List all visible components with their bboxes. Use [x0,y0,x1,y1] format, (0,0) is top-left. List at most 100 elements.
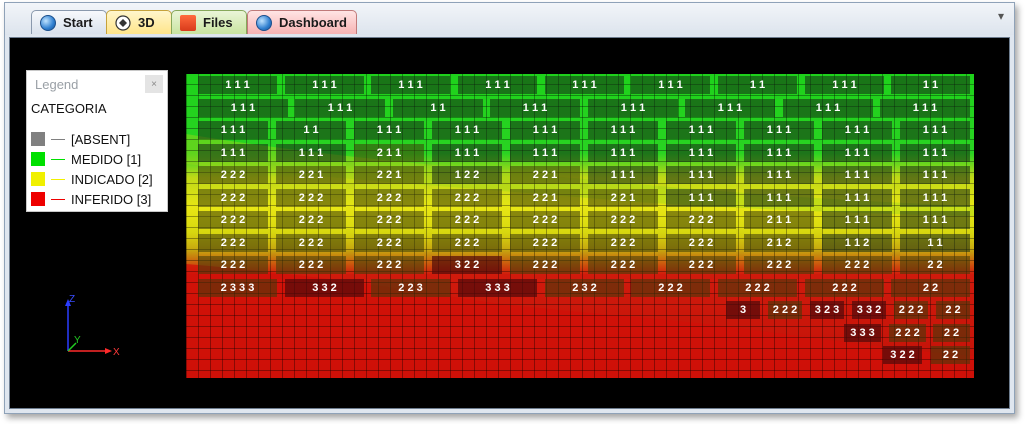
tab-dashboard[interactable]: Dashboard [247,10,357,34]
block-model[interactable]: 1 1 1 1 1 1 1 1 1 1 1 1 1 1 1 1 1 1 1 1 1 1 1 1 … [186,74,974,378]
block-label: 2 1 2 [744,234,814,252]
block-label: 2 2 [936,301,970,319]
block-label: 1 1 1 [805,76,884,94]
block-label: 1 1 1 [276,144,346,162]
block-label: 1 1 1 [822,166,892,184]
block-label: 2 2 1 [510,189,580,207]
block-label: 1 1 [276,121,346,139]
tab-label: Dashboard [279,15,347,30]
globe-icon [40,14,56,31]
close-icon[interactable]: × [145,75,163,93]
block-label: 2 2 2 [276,234,346,252]
block-label: 2 2 2 [354,189,424,207]
block-label: 1 1 1 [198,144,268,162]
block-label: 2 2 2 [198,189,268,207]
block-label: 2 2 2 [666,234,736,252]
block-label: 1 1 1 [458,76,537,94]
block-label: 1 1 1 [900,211,970,229]
block-label: 1 1 1 [354,121,424,139]
block-label: 1 1 1 [198,99,288,117]
block-label: 2 2 [900,256,970,274]
block-label: 1 1 1 [588,99,678,117]
legend-line [51,198,65,200]
block-label: 1 1 1 [900,189,970,207]
legend-item-indicado: INDICADO [2] [27,169,167,189]
block-label: 2 2 2 [666,211,736,229]
block-label: 2 2 1 [510,166,580,184]
block-label: 3 [726,301,760,319]
block-label: 2 2 2 [510,234,580,252]
block-label: 2 2 2 [894,301,928,319]
block-label: 3 3 2 [285,279,364,297]
block-label: 3 2 3 [810,301,844,319]
block-label: 2 2 2 [666,256,736,274]
legend-category-title: CATEGORIA [31,101,107,116]
legend-line [51,158,65,160]
block-label: 3 3 3 [458,279,537,297]
block-label: 2 2 2 [432,189,502,207]
legend-item-inferido: INFERIDO [3] [27,189,167,209]
block-label: 1 1 1 [880,99,970,117]
block-label: 1 1 1 [666,189,736,207]
legend-item-absent: [ABSENT] [27,129,167,149]
tab-label: Start [63,15,93,30]
block-label: 1 2 2 [432,166,502,184]
block-label: 2 2 2 [354,256,424,274]
tab-overflow-chevron-icon[interactable]: ▾ [998,9,1004,23]
block-label: 2 2 1 [276,166,346,184]
block-label: 1 1 1 [588,166,658,184]
3d-viewport[interactable]: Legend × CATEGORIA [ABSENT] MEDIDO [1] I… [9,37,1010,409]
block-label: 2 3 3 3 [198,279,277,297]
legend-swatch [31,172,45,186]
block-label: 1 1 1 [900,121,970,139]
block-label: 3 2 2 [883,346,922,364]
block-label: 2 2 2 [510,256,580,274]
legend-swatch [31,192,45,206]
block-label: 2 2 2 [889,324,926,342]
app-window: Start 3D Files Dashboard ▾ Legend × CATE… [4,2,1015,414]
block-label: 2 2 2 [198,256,268,274]
z-axis-label: Z [69,294,75,305]
legend-swatch [31,152,45,166]
block-label: 2 2 2 [744,256,814,274]
block-label: 2 2 3 [371,279,450,297]
block-label: 1 1 1 [900,166,970,184]
block-label: 2 2 2 [198,211,268,229]
block-label: 1 1 1 [510,144,580,162]
block-label: 1 1 1 [822,189,892,207]
tab-start[interactable]: Start [31,10,107,34]
block-label: 1 1 1 [510,121,580,139]
block-label: 2 2 2 [432,211,502,229]
block-label: 2 2 2 [718,279,797,297]
block-label: 1 1 1 [588,144,658,162]
block-label: 1 1 1 [666,166,736,184]
block-label: 2 2 2 [588,234,658,252]
block-label: 2 2 2 [354,234,424,252]
block-label: 1 1 1 [198,76,277,94]
block-label: 1 1 1 [295,99,385,117]
block-label: 2 1 1 [744,211,814,229]
block-label: 2 2 1 [354,166,424,184]
block-label: 1 1 1 [432,121,502,139]
block-label: 1 1 1 [588,121,658,139]
block-label: 2 2 2 [805,279,884,297]
x-axis-label: X [113,347,120,358]
block-label: 2 2 2 [276,189,346,207]
legend-line [51,178,65,180]
tab-3d[interactable]: 3D [106,10,172,34]
block-label: 2 2 2 [354,211,424,229]
block-label: 2 2 2 [588,211,658,229]
block-label: 2 2 [931,346,970,364]
block-label: 1 1 1 [900,144,970,162]
block-label: 1 1 1 [285,76,364,94]
block-label: 2 2 2 [198,166,268,184]
tab-files[interactable]: Files [171,10,247,34]
block-label: 1 1 1 [545,76,624,94]
legend-header: Legend × [27,71,167,97]
block-label: 1 1 1 [744,189,814,207]
block-label: 1 1 1 [666,121,736,139]
files-icon [180,14,196,31]
block-label: 3 2 2 [432,256,502,274]
block-label: 2 2 2 [768,301,802,319]
block-label: 1 1 1 [822,121,892,139]
